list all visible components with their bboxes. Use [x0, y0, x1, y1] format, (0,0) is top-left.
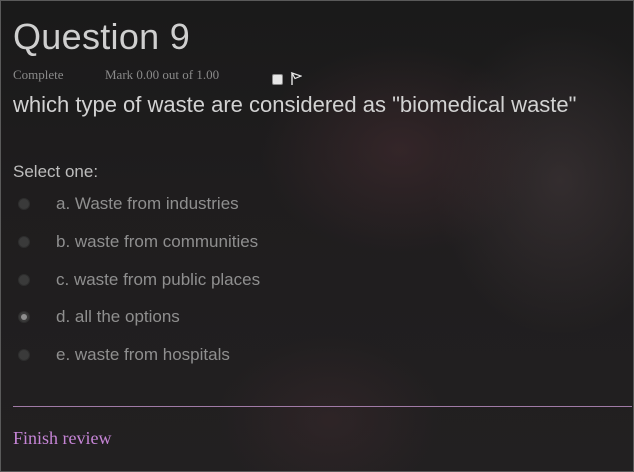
- answer-option-label: a. Waste from industries: [56, 194, 239, 213]
- radio-button-selected[interactable]: [18, 311, 30, 323]
- answer-option-b[interactable]: b. waste from communities: [18, 229, 318, 255]
- question-panel: Question 9 Complete Mark 0.00 out of 1.0…: [0, 0, 634, 472]
- answer-option-d[interactable]: d. all the options: [18, 304, 318, 330]
- question-status: Complete: [13, 67, 64, 82]
- finish-review-link[interactable]: Finish review: [13, 428, 112, 449]
- radio-button[interactable]: [18, 236, 30, 248]
- answer-option-c[interactable]: c. waste from public places: [18, 267, 318, 293]
- radio-button[interactable]: [18, 198, 30, 210]
- answer-option-label: e. waste from hospitals: [56, 345, 230, 364]
- answer-prompt: Select one:: [13, 162, 99, 181]
- question-title: Question 9: [13, 16, 191, 57]
- question-mark: Mark 0.00 out of 1.00: [105, 67, 220, 82]
- flag-checkbox[interactable]: [272, 74, 283, 85]
- divider: [13, 406, 632, 407]
- question-text: which type of waste are considered as "b…: [13, 92, 577, 117]
- answer-option-label: d. all the options: [56, 307, 180, 326]
- answer-option-a[interactable]: a. Waste from industries: [18, 191, 318, 217]
- radio-button[interactable]: [18, 349, 30, 361]
- answer-option-label: c. waste from public places: [56, 270, 261, 289]
- radio-button[interactable]: [18, 274, 30, 286]
- flag-icon[interactable]: [290, 72, 302, 86]
- answer-option-e[interactable]: e. waste from hospitals: [18, 342, 318, 368]
- answer-option-label: b. waste from communities: [56, 232, 259, 251]
